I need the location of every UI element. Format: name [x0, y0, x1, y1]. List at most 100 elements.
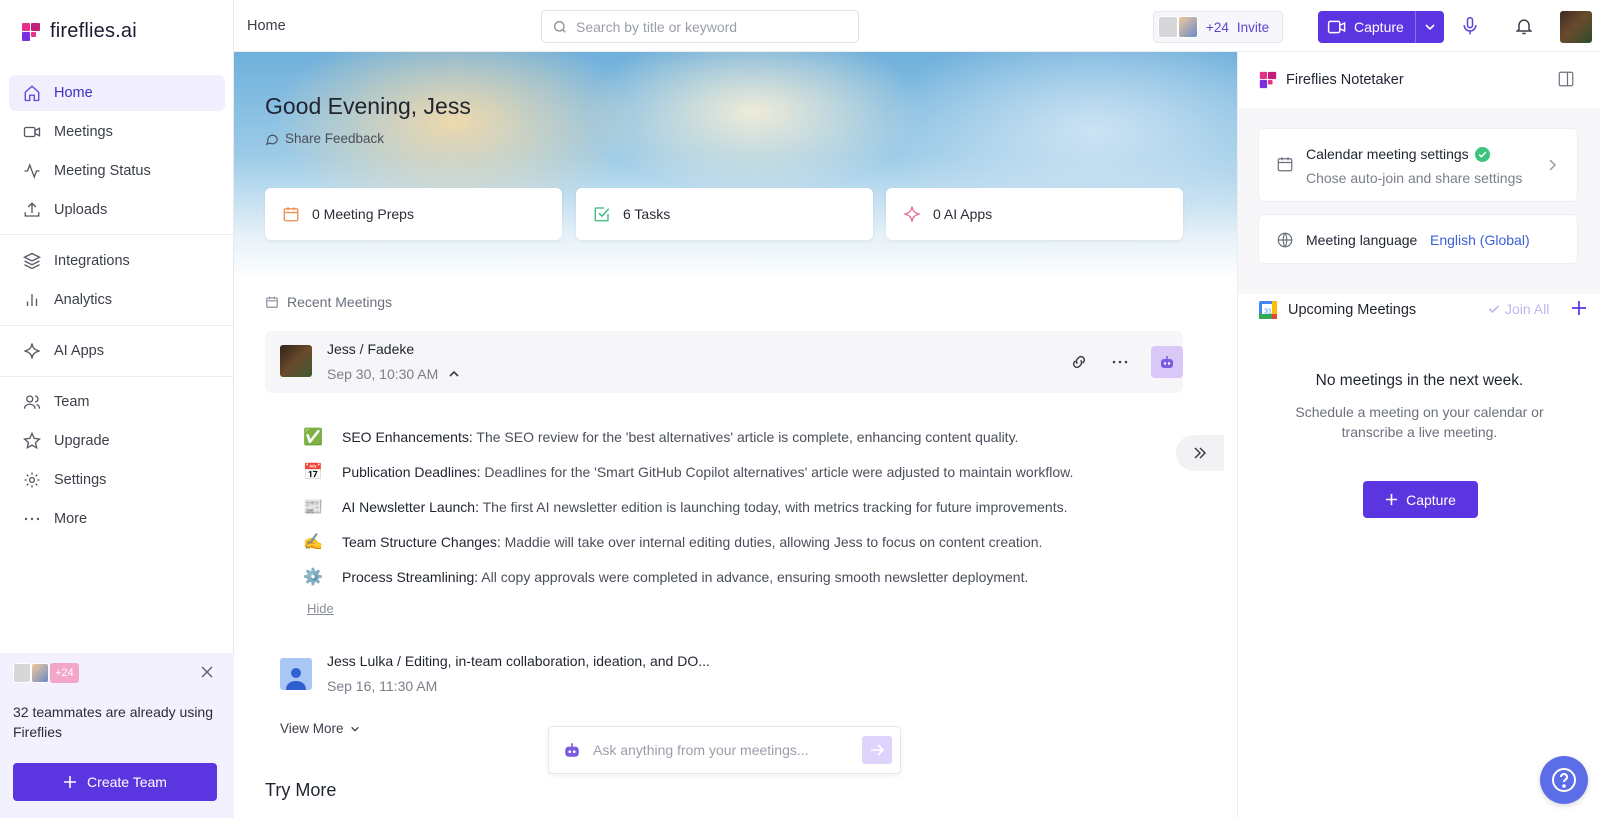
teammate-avatars: +24 — [13, 663, 79, 683]
hide-summary-link[interactable]: Hide — [307, 601, 334, 616]
more-dots-icon — [22, 509, 42, 529]
microphone-icon[interactable] — [1460, 16, 1480, 36]
meeting-row[interactable]: Jess Lulka / Editing, in-team collaborat… — [265, 640, 1183, 702]
summary-body: The SEO review for the 'best alternative… — [476, 428, 1019, 445]
main-content: Good Evening, Jess Share Feedback 0 Meet… — [234, 52, 1237, 818]
sidebar-item-uploads[interactable]: Uploads — [9, 192, 225, 228]
sidebar-item-analytics[interactable]: Analytics — [9, 282, 225, 318]
ask-input[interactable] — [593, 742, 853, 758]
nav-divider — [0, 325, 234, 326]
activity-icon — [22, 161, 42, 181]
summary-text: Publication Deadlines: Deadlines for the… — [342, 464, 1073, 480]
share-feedback-link[interactable]: Share Feedback — [265, 131, 384, 146]
sidebar-item-ai-apps[interactable]: AI Apps — [9, 333, 225, 369]
calendar-settings-title: Calendar meeting settings — [1306, 146, 1469, 162]
meeting-date: Sep 16, 11:30 AM — [327, 678, 437, 694]
meeting-preps-card[interactable]: 0 Meeting Preps — [265, 188, 562, 240]
recent-meetings-label: Recent Meetings — [287, 294, 393, 310]
bar-chart-icon — [22, 290, 42, 310]
meeting-actions — [1069, 346, 1183, 378]
invite-button[interactable]: Invite — [1237, 20, 1269, 35]
nav-group-apps: AI Apps — [0, 333, 234, 372]
summary-item: ✍️ Team Structure Changes: Maddie will t… — [302, 524, 1182, 559]
summary-body: Deadlines for the 'Smart GitHub Copilot … — [484, 463, 1074, 480]
help-button[interactable] — [1540, 756, 1588, 804]
meeting-language-card: Meeting language English (Global) — [1258, 214, 1578, 264]
google-calendar-icon: 31 — [1258, 300, 1278, 320]
plus-icon[interactable] — [1570, 299, 1588, 317]
video-icon — [1327, 19, 1347, 35]
close-icon[interactable] — [200, 665, 216, 681]
capture-button[interactable]: Capture — [1363, 481, 1478, 518]
try-more-heading: Try More — [265, 780, 337, 800]
promo-text: 32 teammates are already using Fireflies — [13, 704, 213, 740]
sidebar-item-label: Integrations — [54, 253, 130, 269]
sidebar-toggle-icon[interactable] — [1557, 70, 1575, 88]
users-icon — [22, 392, 42, 412]
sidebar-item-upgrade[interactable]: Upgrade — [9, 423, 225, 459]
chevron-up-icon[interactable] — [448, 368, 460, 380]
view-more-link[interactable]: View More — [280, 721, 360, 736]
share-feedback-label: Share Feedback — [285, 131, 385, 146]
tasks-card[interactable]: 6 Tasks — [576, 188, 873, 240]
summary-item: 📅 Publication Deadlines: Deadlines for t… — [302, 454, 1182, 489]
more-dots-icon[interactable] — [1111, 353, 1129, 371]
meeting-summary: ✅ SEO Enhancements: The SEO review for t… — [302, 419, 1182, 594]
summary-item: ⚙️ Process Streamlining: All copy approv… — [302, 559, 1182, 594]
sidebar-item-home[interactable]: Home — [9, 75, 225, 111]
calendar-icon — [1276, 155, 1294, 173]
teammate-count-badge: +24 — [50, 663, 79, 683]
question-icon — [1551, 767, 1577, 793]
sidebar-item-label: More — [54, 511, 88, 527]
meeting-date-text: Sep 30, 10:30 AM — [327, 366, 439, 382]
ai-apps-card[interactable]: 0 AI Apps — [886, 188, 1183, 240]
avatar — [1178, 16, 1198, 38]
summary-item: 📰 AI Newsletter Launch: The first AI new… — [302, 489, 1182, 524]
nav-group-account: Team Upgrade Settings More — [0, 384, 234, 540]
summary-body: Maddie will take over internal editing d… — [504, 533, 1043, 550]
create-team-button[interactable]: Create Team — [13, 763, 217, 801]
upcoming-meetings-title: Upcoming Meetings — [1288, 302, 1417, 318]
link-icon[interactable] — [1069, 352, 1089, 372]
topbar: Home +24 Invite Capture — [234, 0, 1600, 52]
sparkle-icon — [903, 205, 921, 223]
send-button[interactable] — [862, 736, 892, 764]
capture-button[interactable]: Capture — [1318, 11, 1415, 43]
sidebar: fireflies.ai Home Meetings Meeting Statu… — [0, 0, 234, 818]
meeting-date-text: Sep 16, 11:30 AM — [327, 678, 438, 694]
logo-text: fireflies.ai — [50, 20, 137, 42]
bell-icon[interactable] — [1514, 16, 1534, 36]
sidebar-item-settings[interactable]: Settings — [9, 462, 225, 498]
capture-dropdown-button[interactable] — [1416, 11, 1444, 43]
meeting-language-select[interactable]: English (Global) — [1430, 232, 1530, 248]
capture-label: Capture — [1354, 19, 1404, 35]
capture-label: Capture — [1406, 491, 1456, 508]
collapse-panel-button[interactable] — [1176, 435, 1224, 471]
join-all-button[interactable]: Join All — [1488, 301, 1549, 317]
sidebar-item-meetings[interactable]: Meetings — [9, 114, 225, 150]
sidebar-item-meeting-status[interactable]: Meeting Status — [9, 153, 225, 189]
calendar-emoji-icon: 📅 — [303, 463, 323, 481]
app-logo[interactable]: fireflies.ai — [20, 20, 137, 43]
meeting-language-label: Meeting language — [1306, 232, 1418, 248]
user-avatar[interactable] — [1560, 11, 1592, 43]
meeting-title: Jess / Fadeke — [327, 341, 415, 357]
sidebar-item-integrations[interactable]: Integrations — [9, 243, 225, 279]
calendar-settings-card[interactable]: Calendar meeting settings Chose auto-joi… — [1258, 128, 1578, 202]
calendar-settings-subtitle: Chose auto-join and share settings — [1306, 170, 1523, 186]
chevrons-right-icon — [1192, 445, 1208, 461]
team-promo: +24 32 teammates are already using Firef… — [0, 653, 234, 818]
plus-icon — [1385, 493, 1398, 506]
search-input[interactable] — [576, 18, 836, 35]
sidebar-item-team[interactable]: Team — [9, 384, 225, 420]
sidebar-item-label: Analytics — [54, 292, 113, 308]
search-box[interactable] — [541, 10, 859, 43]
capture-split-button: Capture — [1318, 11, 1444, 43]
ai-bot-icon[interactable] — [1151, 346, 1183, 378]
newspaper-emoji-icon: 📰 — [303, 498, 323, 516]
panel-title: Fireflies Notetaker — [1286, 72, 1404, 88]
meeting-row[interactable]: Jess / Fadeke Sep 30, 10:30 AM — [265, 331, 1183, 393]
hero-banner — [234, 52, 1237, 282]
summary-title: SEO Enhancements: — [342, 428, 473, 445]
sidebar-item-more[interactable]: More — [9, 501, 225, 537]
